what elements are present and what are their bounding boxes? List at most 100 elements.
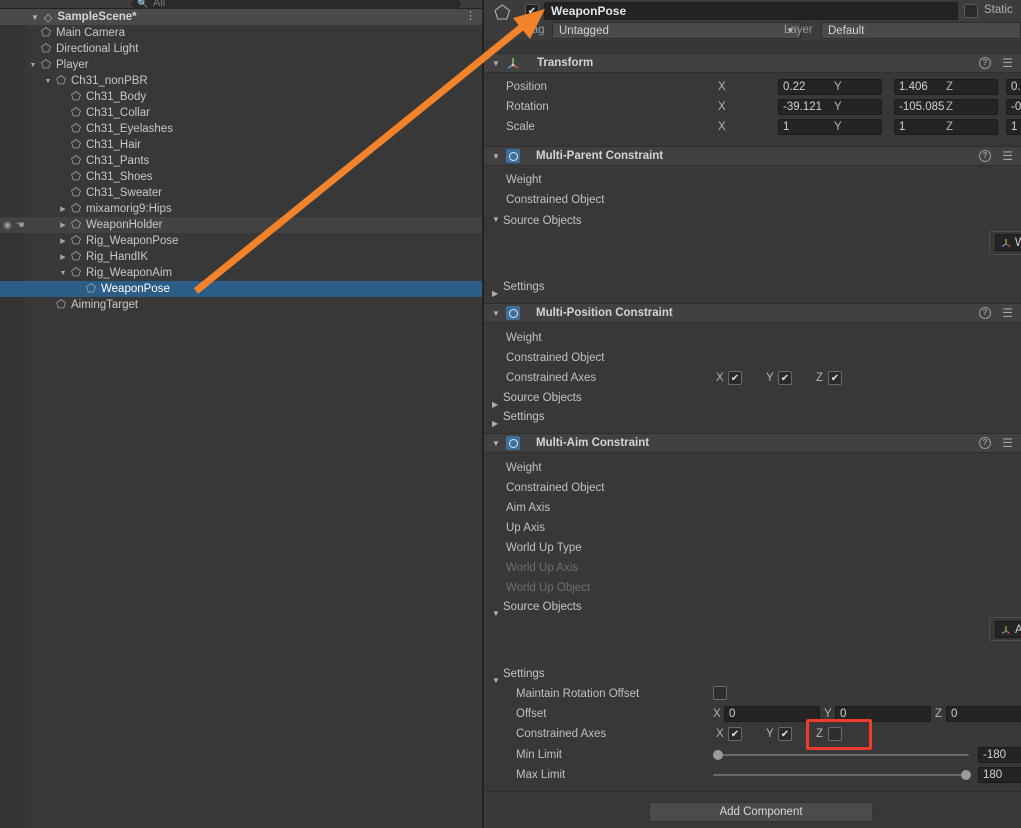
chevron-right-icon[interactable]: ▶ — [492, 419, 498, 428]
hierarchy-item-rig-handik[interactable]: ▶ ⬠ Rig_HandIK — [0, 249, 484, 265]
chevron-down-icon[interactable]: ▼ — [492, 439, 502, 448]
maim-maintain-rotation-offset-checkbox[interactable] — [713, 686, 727, 700]
hierarchy-item-ch31-shoes[interactable]: ⬠ Ch31_Shoes — [0, 169, 484, 185]
hierarchy-item-label: Main Camera — [56, 27, 126, 39]
hierarchy-item-ch31-pants[interactable]: ⬠ Ch31_Pants — [0, 153, 484, 169]
help-icon[interactable]: ? — [979, 437, 991, 449]
maim-source-objects-label[interactable]: Source Objects — [503, 599, 582, 615]
chevron-down-icon[interactable]: ▼ — [43, 78, 53, 85]
maim-min-limit-knob[interactable] — [713, 750, 723, 760]
multi-parent-title: Multi-Parent Constraint — [536, 150, 664, 162]
maim-offset-x-input[interactable]: 0 — [724, 706, 820, 722]
chevron-down-icon[interactable]: ▼ — [28, 62, 38, 69]
maim-constrained-axes-y-checkbox[interactable]: ✔ — [778, 727, 792, 741]
transform-rotation-x-input[interactable]: -39.121 — [778, 99, 882, 115]
preset-icon[interactable]: ☰ — [1002, 436, 1013, 450]
preset-icon[interactable]: ☰ — [1002, 306, 1013, 320]
hierarchy-item-ch31-collar[interactable]: ⬠ Ch31_Collar — [0, 105, 484, 121]
preset-icon[interactable]: ☰ — [1002, 56, 1013, 70]
add-component-button[interactable]: Add Component — [649, 802, 873, 822]
static-checkbox[interactable] — [964, 4, 978, 18]
maim-min-limit-value[interactable]: -180 — [978, 747, 1021, 763]
transform-rotation-z-input[interactable]: -0.001 — [1006, 99, 1021, 115]
maim-min-limit-track[interactable] — [713, 754, 969, 756]
object-name-input[interactable]: WeaponPose — [544, 2, 958, 20]
hierarchy-item-weaponholder[interactable]: ◉ ☚ ▶ ⬠ WeaponHolder — [0, 217, 484, 233]
chevron-right-icon[interactable]: ▶ — [492, 289, 498, 298]
chevron-down-icon[interactable]: ▼ — [31, 13, 39, 22]
transform-position-z-input[interactable]: 0.164 — [1006, 79, 1021, 95]
maim-max-limit-value[interactable]: 180 — [978, 767, 1021, 783]
inspector-enabled-checkbox[interactable]: ✔ — [525, 4, 539, 18]
maim-max-limit-track[interactable] — [713, 774, 969, 776]
help-icon[interactable]: ? — [979, 307, 991, 319]
maim-settings-label[interactable]: Settings — [503, 666, 545, 682]
maim-offset-y-input[interactable]: 0 — [835, 706, 931, 722]
mpos-constrained-axes-y-checkbox[interactable]: ✔ — [778, 371, 792, 385]
chevron-down-icon[interactable]: ▼ — [492, 676, 500, 685]
preset-icon[interactable]: ☰ — [1002, 149, 1013, 163]
gameobject-icon: ⬠ — [41, 27, 51, 39]
hierarchy-item-aimingtarget[interactable]: ⬠ AimingTarget — [0, 297, 484, 313]
maim-constrained-axes-x-axis-label: X — [716, 728, 724, 740]
chevron-right-icon[interactable]: ▶ — [58, 221, 68, 229]
transform-component-header[interactable]: ▼ Transform ? ☰ — [484, 53, 1021, 73]
chevron-right-icon[interactable]: ▶ — [58, 237, 68, 245]
hierarchy-item-ch31-sweater[interactable]: ⬠ Ch31_Sweater — [0, 185, 484, 201]
mpos-constrained-axes-z-checkbox[interactable]: ✔ — [828, 371, 842, 385]
kebab-menu-icon[interactable]: ⋮ — [465, 11, 476, 22]
chevron-down-icon[interactable]: ▼ — [492, 609, 500, 618]
hierarchy-item-rig-weaponaim[interactable]: ▼ ⬠ Rig_WeaponAim — [0, 265, 484, 281]
chevron-right-icon[interactable]: ▶ — [492, 400, 498, 409]
help-icon[interactable]: ? — [979, 150, 991, 162]
eye-icon[interactable]: ◉ — [3, 220, 12, 231]
hierarchy-item-player[interactable]: ▼ ⬠ Player — [0, 57, 484, 73]
hierarchy-item-label: AimingTarget — [71, 299, 139, 311]
hierarchy-item-ch31-hair[interactable]: ⬠ Ch31_Hair — [0, 137, 484, 153]
multi-position-constraint-header[interactable]: ▼ Multi-Position Constraint ? ☰ — [484, 303, 1021, 323]
hierarchy-item-directional-light[interactable]: ⬠ Directional Light — [0, 41, 484, 57]
layer-dropdown[interactable]: Default — [821, 22, 1021, 39]
maim-constrained-axes-x-checkbox[interactable]: ✔ — [728, 727, 742, 741]
maim-source-object-0-value: AimingTarget (Transform) — [1015, 623, 1021, 636]
hierarchy-item-main-camera[interactable]: ⬠ Main Camera — [0, 25, 484, 41]
chevron-right-icon[interactable]: ▶ — [58, 253, 68, 261]
chevron-down-icon[interactable]: ▼ — [492, 309, 502, 318]
mpos-constrained-axes-x-checkbox[interactable]: ✔ — [728, 371, 742, 385]
maim-constrained-axes-z-checkbox[interactable] — [828, 727, 842, 741]
hierarchy-item-ch31-eyelashes[interactable]: ⬠ Ch31_Eyelashes — [0, 121, 484, 137]
chevron-down-icon[interactable]: ▼ — [492, 152, 502, 161]
hierarchy-item-ch31-body[interactable]: ⬠ Ch31_Body — [0, 89, 484, 105]
maim-offset-z-input[interactable]: 0 — [946, 706, 1021, 722]
transform-position-x-input[interactable]: 0.22 — [778, 79, 882, 95]
mpos-source-objects-label[interactable]: Source Objects — [503, 390, 582, 406]
hierarchy-scene-row[interactable]: ▼ ◇ SampleScene* — [0, 9, 484, 25]
maim-source-object-0[interactable]: AimingTarget (Transform) — [995, 621, 1021, 638]
hierarchy-item-mixamorig9-hips[interactable]: ▶ ⬠ mixamorig9:Hips — [0, 201, 484, 217]
mp-source-object-0[interactable]: WeaponPose (Transform) — [995, 234, 1021, 251]
hierarchy-item-weaponpose[interactable]: ⬠ WeaponPose — [0, 281, 484, 297]
multi-aim-constraint-header[interactable]: ▼ Multi-Aim Constraint ? ☰ — [484, 433, 1021, 453]
check-icon: ✔ — [780, 728, 790, 740]
chevron-down-icon[interactable]: ▼ — [58, 270, 68, 277]
hand-picking-icon[interactable]: ☚ — [16, 220, 25, 231]
maim-offset-label: Offset — [516, 708, 547, 720]
transform-scale-x-input[interactable]: 1 — [778, 119, 882, 135]
hierarchy-item-label: Ch31_nonPBR — [71, 75, 148, 87]
hierarchy-visibility-toggles[interactable]: ◉ ☚ — [3, 217, 25, 233]
chevron-right-icon[interactable]: ▶ — [58, 205, 68, 213]
tag-dropdown[interactable]: Untagged ▼ — [552, 22, 801, 39]
mpos-constrained-axes-z-axis-label: Z — [816, 372, 824, 384]
hierarchy-search-input[interactable]: 🔍 All — [131, 0, 461, 9]
chevron-down-icon[interactable]: ▼ — [492, 215, 500, 224]
maim-world-up-object-label: World Up Object — [506, 582, 591, 594]
multi-parent-constraint-header[interactable]: ▼ Multi-Parent Constraint ? ☰ — [484, 146, 1021, 166]
transform-scale-z-input[interactable]: 1 — [1006, 119, 1021, 135]
help-icon[interactable]: ? — [979, 57, 991, 69]
hierarchy-item-rig-weaponpose[interactable]: ▶ ⬠ Rig_WeaponPose — [0, 233, 484, 249]
mpos-settings-label[interactable]: Settings — [503, 409, 545, 425]
chevron-down-icon[interactable]: ▼ — [492, 59, 502, 68]
mp-settings-label[interactable]: Settings — [503, 279, 545, 295]
maim-max-limit-knob[interactable] — [961, 770, 971, 780]
hierarchy-item-ch31-nonpbr[interactable]: ▼ ⬠ Ch31_nonPBR — [0, 73, 484, 89]
